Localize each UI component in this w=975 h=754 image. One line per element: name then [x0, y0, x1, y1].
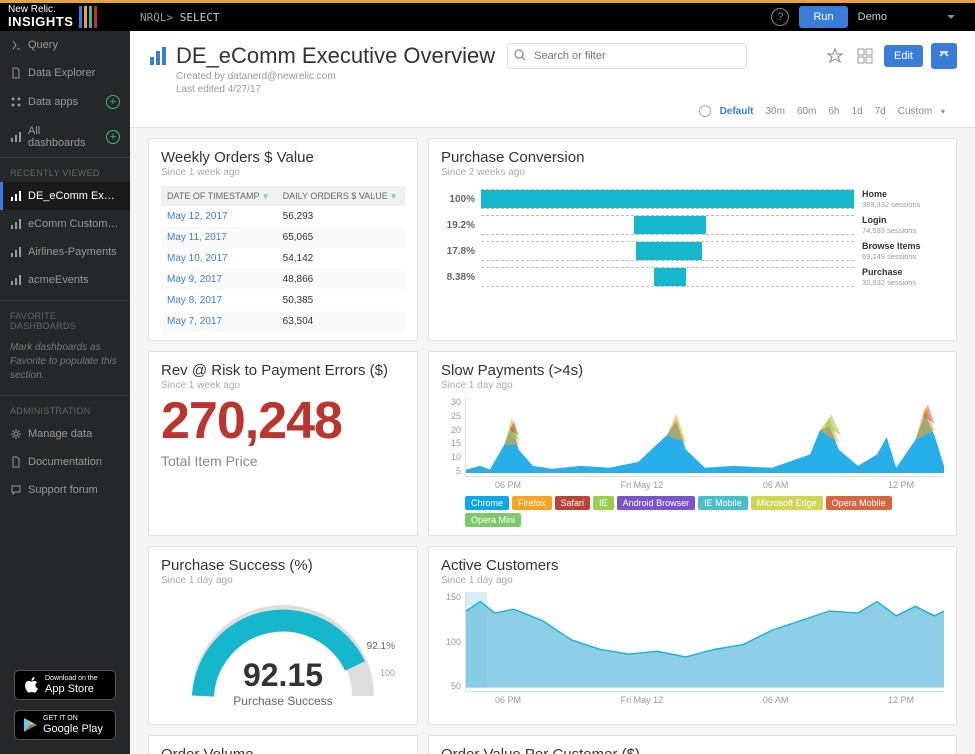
funnel-chart: 100%Home389,332 sessions19.2%Login74,593… [441, 186, 944, 296]
legend-chip[interactable]: IE [593, 496, 614, 510]
table-row[interactable]: May 10, 201754,142 [161, 248, 405, 269]
apple-icon [23, 676, 39, 694]
chart-icon [10, 190, 22, 202]
time-range-30m[interactable]: 30m [759, 103, 790, 120]
card-purchase-success: Purchase Success (%) Since 1 day ago 92.… [148, 546, 418, 725]
time-range-custom[interactable]: Custom ▾ [892, 103, 957, 120]
rev-risk-value: 270,248 [161, 395, 405, 447]
add-icon[interactable]: + [106, 130, 120, 144]
funnel-step: 17.8%Browse Items69,249 sessions [441, 238, 944, 264]
sidebar: QueryData ExplorerData apps+All dashboar… [0, 31, 130, 754]
legend-chip[interactable]: Opera Mini [465, 513, 521, 527]
weekly-orders-table: Date of Timestamp▼ Daily Orders $ Value▼… [161, 186, 405, 332]
sidebar-item-data-explorer[interactable]: Data Explorer [0, 59, 130, 87]
slow-payments-chart [466, 397, 944, 473]
funnel-step: 8.38%Purchase32,632 sessions [441, 264, 944, 290]
caret-down-icon[interactable] [947, 15, 955, 19]
search-input[interactable] [507, 43, 747, 69]
sidebar-recent-item[interactable]: Airlines-Payments [0, 238, 130, 266]
chart-icon [10, 131, 22, 143]
sidebar-item-all-dashboards[interactable]: All dashboards+ [0, 117, 130, 157]
sidebar-fav-hint: Mark dashboards as Favorite to populate … [0, 335, 130, 389]
funnel-step: 19.2%Login74,593 sessions [441, 212, 944, 238]
table-row[interactable]: May 7, 201763,504 [161, 311, 405, 332]
file-icon [10, 67, 22, 79]
time-range: Default30m60m6h1d7dCustom ▾ [148, 105, 957, 117]
favorite-button[interactable] [824, 45, 846, 67]
sidebar-recent-item[interactable]: eComm Customer Infra & A… [0, 210, 130, 238]
chart-icon [10, 274, 22, 286]
legend-chip[interactable]: IE Mobile [698, 496, 748, 510]
gear-icon [10, 428, 22, 440]
page-title: DE_eComm Executive Overview [148, 43, 495, 69]
add-icon[interactable]: + [106, 95, 120, 109]
chart-icon [10, 246, 22, 258]
sidebar-recent-item[interactable]: DE_eComm Executive Ove… [0, 182, 130, 210]
query-icon [10, 39, 22, 51]
topbar: New Relic.INSIGHTS NRQL> SELECT ? Run De… [0, 3, 975, 31]
brand-bars-icon [79, 6, 97, 28]
time-range-6h[interactable]: 6h [822, 103, 845, 120]
table-row[interactable]: May 12, 201756,293 [161, 206, 405, 227]
active-customers-chart [466, 592, 944, 688]
time-range-7d[interactable]: 7d [869, 103, 892, 120]
time-range-default[interactable]: Default [714, 103, 760, 120]
grid-view-button[interactable] [854, 45, 876, 67]
chart-icon [148, 45, 170, 67]
table-row[interactable]: May 11, 201765,065 [161, 227, 405, 248]
card-weekly-orders: Weekly Orders $ Value Since 1 week ago D… [148, 138, 418, 341]
chat-icon [10, 484, 22, 496]
sidebar-item-data-apps[interactable]: Data apps+ [0, 87, 130, 117]
legend-chip[interactable]: Safari [555, 496, 591, 510]
clock-icon [699, 105, 711, 117]
sidebar-admin-header: Administration [0, 396, 130, 420]
card-conversion: Purchase Conversion Since 2 weeks ago 10… [428, 138, 957, 341]
card-rev-risk: Rev @ Risk to Payment Errors ($) Since 1… [148, 351, 418, 536]
card-active-customers: Active Customers Since 1 day ago 1501005… [428, 546, 957, 725]
funnel-step: 100%Home389,332 sessions [441, 186, 944, 212]
legend-chip[interactable]: Chrome [465, 496, 509, 510]
sidebar-fav-header: Favorite Dashboards [0, 301, 130, 335]
time-range-60m[interactable]: 60m [791, 103, 822, 120]
legend-chip[interactable]: Microsoft Edge [751, 496, 823, 510]
play-icon [23, 717, 37, 733]
time-range-1d[interactable]: 1d [846, 103, 869, 120]
legend-chip[interactable]: Android Browser [617, 496, 696, 510]
account-menu[interactable]: Demo [858, 11, 937, 23]
sidebar-admin-support-forum[interactable]: Support forum [0, 476, 130, 504]
file-icon [10, 456, 22, 468]
table-row[interactable]: May 9, 201748,866 [161, 269, 405, 290]
card-order-value: Order Value Per Customer ($) Since 1 day… [428, 735, 957, 754]
sidebar-recent-item[interactable]: acmeEvents [0, 266, 130, 294]
googleplay-badge[interactable]: GET IT ONGoogle Play [14, 710, 116, 740]
run-button[interactable]: Run [799, 6, 847, 28]
search-icon [514, 49, 526, 61]
edit-button[interactable]: Edit [884, 45, 923, 67]
sidebar-recent-header: Recently Viewed [0, 158, 130, 182]
sidebar-item-query[interactable]: Query [0, 31, 130, 59]
page-header: DE_eComm Executive Overview Created by d… [130, 31, 975, 128]
card-slow-payments: Slow Payments (>4s) Since 1 day ago 3025… [428, 351, 957, 536]
main: DE_eComm Executive Overview Created by d… [130, 31, 975, 754]
card-order-volume: Order Volume Since 1 day ago 2.57 K 75.6… [148, 735, 418, 754]
sidebar-admin-documentation[interactable]: Documentation [0, 448, 130, 476]
chart-icon [10, 218, 22, 230]
apps-icon [10, 96, 22, 108]
table-row[interactable]: May 8, 201750,385 [161, 290, 405, 311]
sidebar-admin-manage-data[interactable]: Manage data [0, 420, 130, 448]
appstore-badge[interactable]: Download on theApp Store [14, 670, 116, 700]
legend-chip[interactable]: Opera Mobile [826, 496, 892, 510]
expand-button[interactable] [931, 43, 957, 69]
nrql-input[interactable]: NRQL> SELECT [130, 11, 220, 24]
purchase-success-gauge: 92.15 Purchase Success 92.1% 100 [161, 586, 405, 716]
brand[interactable]: New Relic.INSIGHTS [0, 3, 130, 31]
legend-chip[interactable]: Firefox [512, 496, 552, 510]
help-icon[interactable]: ? [771, 8, 789, 26]
